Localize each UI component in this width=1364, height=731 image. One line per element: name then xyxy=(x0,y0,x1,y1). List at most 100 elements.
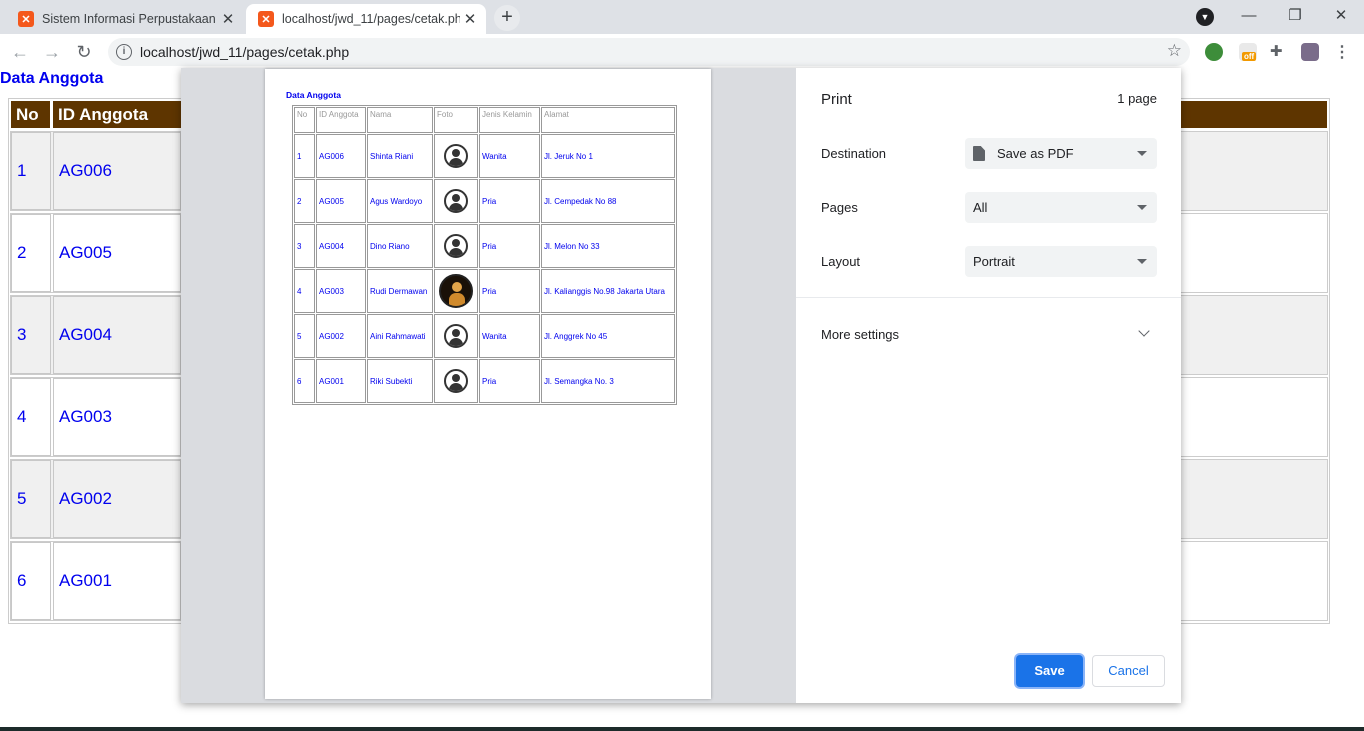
print-preview-page: Data Anggota No ID Anggota Nama Foto Jen… xyxy=(265,69,711,699)
tab-strip: ✕ Sistem Informasi Perpustakaan ✕ ✕ loca… xyxy=(0,0,1364,34)
preview-alamat: Jl. Anggrek No 45 xyxy=(541,314,675,358)
preview-jk: Wanita xyxy=(479,314,540,358)
preview-foto xyxy=(434,269,478,313)
close-window-button[interactable]: ✕ xyxy=(1318,0,1364,34)
preview-no: 5 xyxy=(294,314,315,358)
preview-alamat: Jl. Melon No 33 xyxy=(541,224,675,268)
preview-nama: Agus Wardoyo xyxy=(367,179,433,223)
divider xyxy=(796,297,1181,298)
preview-row: 3 AG004 Dino Riano Pria Jl. Melon No 33 xyxy=(294,224,675,268)
layout-value: Portrait xyxy=(973,254,1015,269)
extension-badge: off xyxy=(1242,52,1257,61)
preview-header-nama: Nama xyxy=(367,107,433,133)
preview-no: 4 xyxy=(294,269,315,313)
preview-row: 1 AG006 Shinta Riani Wanita Jl. Jeruk No… xyxy=(294,134,675,178)
destination-select[interactable]: Save as PDF xyxy=(965,138,1157,169)
preview-row: 4 AG003 Rudi Dermawan Pria Jl. Kalianggi… xyxy=(294,269,675,313)
user-avatar-icon xyxy=(444,369,468,393)
url-text: localhost/jwd_11/pages/cetak.php xyxy=(140,44,350,60)
preview-jk: Pria xyxy=(479,224,540,268)
layout-select[interactable]: Portrait xyxy=(965,246,1157,277)
site-info-icon[interactable]: i xyxy=(116,44,132,60)
preview-id: AG004 xyxy=(316,224,366,268)
tab-sistem-informasi[interactable]: ✕ Sistem Informasi Perpustakaan ✕ xyxy=(6,4,244,34)
new-tab-button[interactable]: + xyxy=(494,5,520,31)
preview-nama: Shinta Riani xyxy=(367,134,433,178)
tab-search-icon[interactable]: ▼ xyxy=(1196,8,1214,26)
row-id: AG003 xyxy=(53,378,181,456)
preview-id: AG003 xyxy=(316,269,366,313)
extensions-puzzle-icon[interactable]: ✚ xyxy=(1270,42,1288,60)
browser-toolbar: ← → ↻ i localhost/jwd_11/pages/cetak.php… xyxy=(0,34,1364,70)
layout-label: Layout xyxy=(821,254,861,269)
restore-button[interactable]: ❐ xyxy=(1272,0,1318,34)
print-settings-panel: Print 1 page Destination Save as PDF Pag… xyxy=(796,68,1181,703)
user-avatar-icon xyxy=(444,234,468,258)
preview-alamat: Jl. Semangka No. 3 xyxy=(541,359,675,403)
print-title: Print xyxy=(821,91,852,108)
row-id: AG006 xyxy=(53,132,181,210)
extension-off-icon[interactable]: off xyxy=(1239,43,1257,61)
member-photo-icon xyxy=(439,274,473,308)
xampp-favicon-icon: ✕ xyxy=(18,11,34,27)
preview-nama: Riki Subekti xyxy=(367,359,433,403)
user-avatar-icon xyxy=(444,324,468,348)
taskbar-edge xyxy=(0,727,1364,731)
preview-nama: Dino Riano xyxy=(367,224,433,268)
tab-title: Sistem Informasi Perpustakaan xyxy=(42,12,216,26)
preview-foto xyxy=(434,359,478,403)
back-icon[interactable]: ← xyxy=(7,39,33,65)
reload-icon[interactable]: ↻ xyxy=(71,39,97,65)
preview-id: AG005 xyxy=(316,179,366,223)
close-tab-icon[interactable]: ✕ xyxy=(460,10,480,28)
preview-alamat: Jl. Cempedak No 88 xyxy=(541,179,675,223)
row-id: AG004 xyxy=(53,296,181,374)
preview-table: No ID Anggota Nama Foto Jenis Kelamin Al… xyxy=(292,105,677,405)
document-icon xyxy=(973,146,985,161)
row-id: AG005 xyxy=(53,214,181,292)
preview-row: 2 AG005 Agus Wardoyo Pria Jl. Cempedak N… xyxy=(294,179,675,223)
tab-cetak[interactable]: ✕ localhost/jwd_11/pages/cetak.ph ✕ xyxy=(246,4,486,34)
preview-id: AG002 xyxy=(316,314,366,358)
preview-id: AG006 xyxy=(316,134,366,178)
preview-title: Data Anggota xyxy=(286,90,341,100)
save-button[interactable]: Save xyxy=(1016,655,1083,687)
column-header-no: No xyxy=(11,101,50,128)
more-settings-toggle[interactable]: More settings xyxy=(821,327,899,342)
pages-select[interactable]: All xyxy=(965,192,1157,223)
cancel-button[interactable]: Cancel xyxy=(1092,655,1165,687)
preview-jk: Wanita xyxy=(479,134,540,178)
print-dialog: Data Anggota No ID Anggota Nama Foto Jen… xyxy=(181,68,1181,703)
bookmark-star-icon[interactable]: ☆ xyxy=(1167,41,1182,61)
minimize-button[interactable]: — xyxy=(1226,0,1272,34)
preview-foto xyxy=(434,224,478,268)
pages-label: Pages xyxy=(821,200,858,215)
preview-jk: Pria xyxy=(479,359,540,403)
preview-foto xyxy=(434,179,478,223)
forward-icon[interactable]: → xyxy=(39,39,65,65)
preview-nama: Aini Rahmawati xyxy=(367,314,433,358)
user-avatar-icon xyxy=(444,189,468,213)
close-tab-icon[interactable]: ✕ xyxy=(218,10,238,28)
browser-menu-icon[interactable]: ⋮ xyxy=(1334,42,1350,62)
chevron-down-icon[interactable] xyxy=(1138,325,1150,337)
caret-down-icon xyxy=(1137,259,1147,264)
preview-no: 2 xyxy=(294,179,315,223)
preview-header-jk: Jenis Kelamin xyxy=(479,107,540,133)
address-bar[interactable]: i localhost/jwd_11/pages/cetak.php ☆ xyxy=(108,38,1190,66)
preview-jk: Pria xyxy=(479,179,540,223)
preview-header-alamat: Alamat xyxy=(541,107,675,133)
preview-alamat: Jl. Jeruk No 1 xyxy=(541,134,675,178)
preview-no: 1 xyxy=(294,134,315,178)
row-no: 6 xyxy=(11,542,51,620)
preview-nama: Rudi Dermawan xyxy=(367,269,433,313)
user-avatar-icon xyxy=(444,144,468,168)
row-no: 5 xyxy=(11,460,51,538)
preview-foto xyxy=(434,134,478,178)
column-header-id: ID Anggota xyxy=(53,101,181,128)
preview-alamat: Jl. Kalianggis No.98 Jakarta Utara xyxy=(541,269,675,313)
preview-no: 6 xyxy=(294,359,315,403)
extension-globe-icon[interactable] xyxy=(1205,43,1223,61)
xampp-favicon-icon: ✕ xyxy=(258,11,274,27)
profile-avatar-icon[interactable] xyxy=(1301,43,1319,61)
